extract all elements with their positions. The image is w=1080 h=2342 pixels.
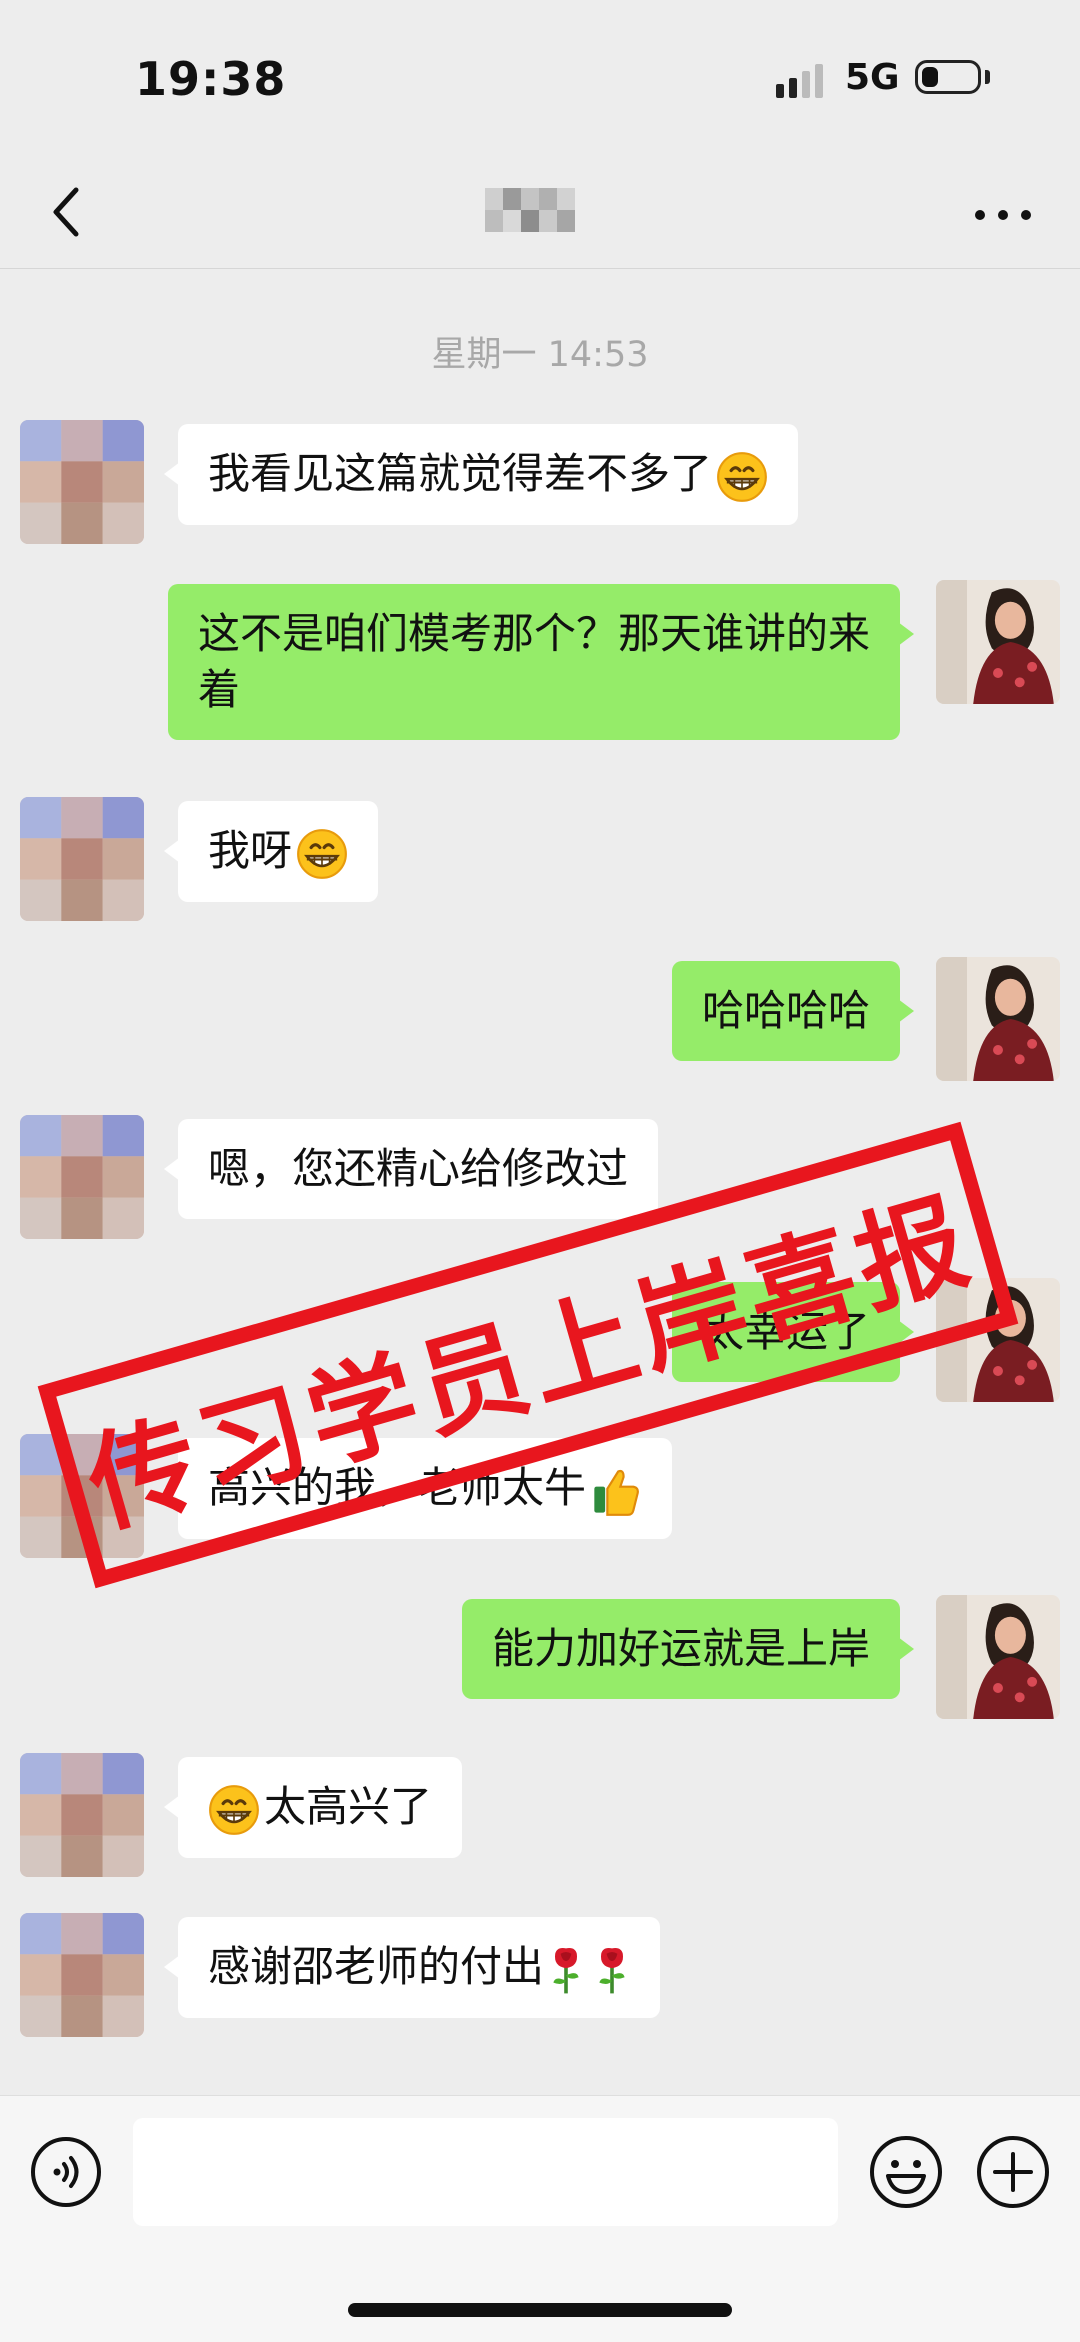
rose-icon (548, 1944, 584, 1996)
rose-icon (594, 1944, 630, 1996)
grinning-face-icon (296, 828, 348, 880)
battery-icon (915, 60, 981, 94)
message-text: 哈哈哈哈 (701, 986, 870, 1035)
incoming-message-bubble[interactable]: 我看见这篇就觉得差不多了 (163, 424, 799, 525)
message-text: 我看见这篇就觉得差不多了 (208, 449, 713, 498)
more-functions-plus-icon[interactable] (975, 2134, 1051, 2210)
home-indicator[interactable] (348, 2303, 732, 2317)
message-text: 嗯，您还精心给修改过 (208, 1144, 629, 1193)
status-time: 19:38 (135, 52, 287, 106)
contact-avatar[interactable] (20, 797, 144, 921)
my-avatar[interactable] (936, 957, 1060, 1081)
cellular-signal-icon (776, 64, 823, 98)
voice-input-icon[interactable] (30, 2136, 102, 2208)
chat-header (0, 160, 1080, 269)
my-avatar[interactable] (936, 1595, 1060, 1719)
message-input[interactable] (133, 2118, 838, 2226)
message-input-bar (0, 2095, 1080, 2342)
outgoing-message-bubble[interactable]: 这不是咱们模考那个？那天谁讲的来着 (168, 584, 914, 740)
thumbs-up-icon (590, 1465, 642, 1517)
my-avatar[interactable] (936, 580, 1060, 704)
message-text: 能力加好运就是上岸 (491, 1624, 870, 1673)
back-arrow-icon[interactable] (40, 180, 100, 244)
contact-avatar[interactable] (20, 1913, 144, 2037)
emoji-picker-icon[interactable] (868, 2134, 944, 2210)
message-timestamp: 星期一 14:53 (431, 335, 649, 375)
battery-tip (985, 70, 990, 84)
grinning-face-icon (208, 1784, 260, 1836)
incoming-message-bubble[interactable]: 太高兴了 (163, 1757, 463, 1858)
contact-avatar[interactable] (20, 1753, 144, 1877)
message-text: 感谢邵老师的付出 (208, 1942, 545, 1991)
message-text: 我呀 (208, 826, 293, 875)
incoming-message-bubble[interactable]: 我呀 (163, 801, 379, 902)
incoming-message-bubble[interactable]: 嗯，您还精心给修改过 (163, 1119, 659, 1219)
outgoing-message-bubble[interactable]: 哈哈哈哈 (671, 961, 915, 1061)
grinning-face-icon (716, 451, 768, 503)
incoming-message-bubble[interactable]: 感谢邵老师的付出 (163, 1917, 661, 2018)
more-options-icon[interactable] (968, 190, 1038, 240)
contact-name-blurred (485, 188, 575, 232)
status-bar: 19:38 5G (0, 0, 1080, 160)
contact-avatar[interactable] (20, 420, 144, 544)
network-type: 5G (845, 57, 900, 98)
message-text: 太高兴了 (264, 1782, 433, 1831)
message-text: 这不是咱们模考那个？那天谁讲的来着 (198, 609, 871, 714)
outgoing-message-bubble[interactable]: 能力加好运就是上岸 (461, 1599, 915, 1699)
contact-avatar[interactable] (20, 1115, 144, 1239)
